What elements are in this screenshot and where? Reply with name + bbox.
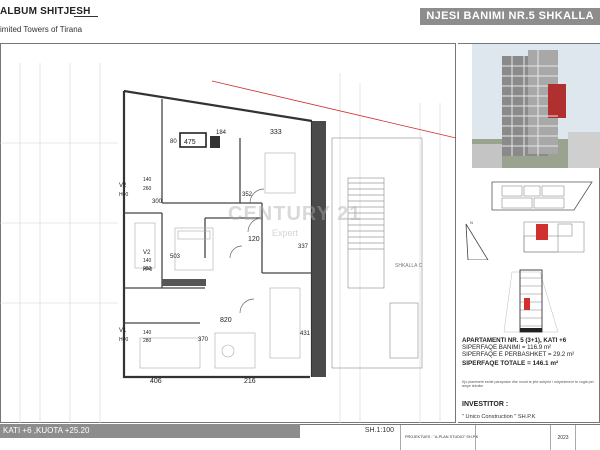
floor-label-bar: KATI +6 ,KUOTA +25.20 — [0, 424, 300, 438]
dim-140-a: 140 — [143, 177, 152, 183]
dim-503: 503 — [170, 254, 181, 260]
projektues-cell: PROJEKTUES : "A-PLAN STUDIO" SH.P.K — [400, 425, 479, 450]
tower-image — [472, 44, 600, 168]
drawing-sheet: ALBUM SHITJESH imited Towers of Tirana N… — [0, 0, 600, 450]
window-height-a: H=0 — [119, 192, 129, 198]
title-underline — [74, 16, 98, 17]
dim-370: 370 — [198, 337, 209, 343]
window-tag-v2-a: V2 — [119, 183, 127, 189]
building-render — [472, 44, 600, 168]
building-elevation — [503, 269, 559, 333]
window-tag-v2-b: V2 — [143, 250, 151, 256]
unit-highlight — [536, 224, 548, 240]
window-tag-v1: V1 — [119, 328, 127, 334]
scale-cell: SH.1:100 — [300, 424, 400, 438]
window-height-c: H=0 — [119, 337, 129, 343]
total-area: SIPERFAQE TOTALE = 146.1 m² — [462, 360, 559, 367]
dim-337: 337 — [298, 244, 309, 250]
projektues-label: PROJEKTUES : "A-PLAN STUDIO" SH.P.K — [405, 435, 479, 439]
investor-name: " Unico Construction " SH.P.K — [462, 414, 536, 420]
key-plan-2: N — [465, 220, 585, 260]
svg-text:N: N — [470, 220, 473, 225]
sheet-cell — [575, 425, 600, 450]
unit-title-bar: NJESI BANIMI NR.5 SHKALLA — [420, 8, 600, 25]
dim-kitchen-width: 475 — [184, 139, 196, 146]
key-plan-1 — [491, 181, 593, 211]
header-left: ALBUM SHITJESH imited Towers of Tirana — [0, 0, 120, 40]
common-area: SIPERFAQE E PERBASHKET = 29.2 m² — [462, 351, 575, 358]
signature-cell — [475, 425, 550, 450]
dim-406: 406 — [150, 378, 162, 385]
year-label: 2023 — [557, 435, 569, 441]
closet-block — [162, 279, 206, 286]
floor-highlight — [524, 298, 530, 310]
north-arrow-icon — [465, 223, 489, 260]
stair-core — [331, 137, 423, 369]
dim-300: 300 — [152, 199, 163, 205]
apartment-title: APARTAMENTI NR. 5 (3+1), KATI +6 — [462, 337, 567, 344]
dim-kitchen-depth: 80 — [170, 139, 177, 145]
dim-140-b: 140 — [143, 258, 152, 264]
year-cell: 2023 — [550, 425, 575, 450]
unit-title: NJESI BANIMI NR.5 SHKALLA — [426, 10, 594, 22]
dim-184: 184 — [216, 130, 227, 136]
core-wall — [312, 121, 326, 377]
footer-cells: PROJEKTUES : "A-PLAN STUDIO" SH.P.K 2023 — [400, 424, 600, 450]
dim-820: 820 — [220, 317, 232, 324]
scale-label: SH.1:100 — [364, 427, 394, 434]
watermark: CENTURY 21 — [228, 203, 362, 225]
stair-label: SHKALLA C — [395, 263, 423, 269]
dim-260-a: 260 — [143, 186, 152, 192]
dim-333: 333 — [270, 129, 282, 136]
dim-431: 431 — [300, 331, 311, 337]
project-subtitle: imited Towers of Tirana — [0, 25, 83, 34]
window-height-b: H=0 — [143, 267, 153, 273]
title-block-footer: KATI +6 ,KUOTA +25.20 SH.1:100 PROJEKTUE… — [0, 424, 600, 450]
floor-label: KATI +6 ,KUOTA +25.20 — [3, 426, 90, 435]
investor-label: INVESTITOR : — [462, 401, 509, 408]
watermark-sub: Expert — [272, 228, 299, 238]
dim-280-b: 280 — [143, 338, 152, 344]
dim-140-c: 140 — [143, 330, 152, 336]
floor-plan: SHKALLA C 475 80 184 333 352 300 140 260… — [0, 63, 456, 423]
disclaimer-note: Kjo planimetri eshte paraprake dhe mund … — [462, 380, 594, 389]
column-block — [210, 136, 220, 148]
dim-352: 352 — [242, 192, 253, 198]
living-area: SIPERFAQE BANIMI = 116.9 m² — [462, 344, 552, 351]
dim-120: 120 — [248, 236, 260, 243]
dim-216: 216 — [244, 378, 256, 385]
